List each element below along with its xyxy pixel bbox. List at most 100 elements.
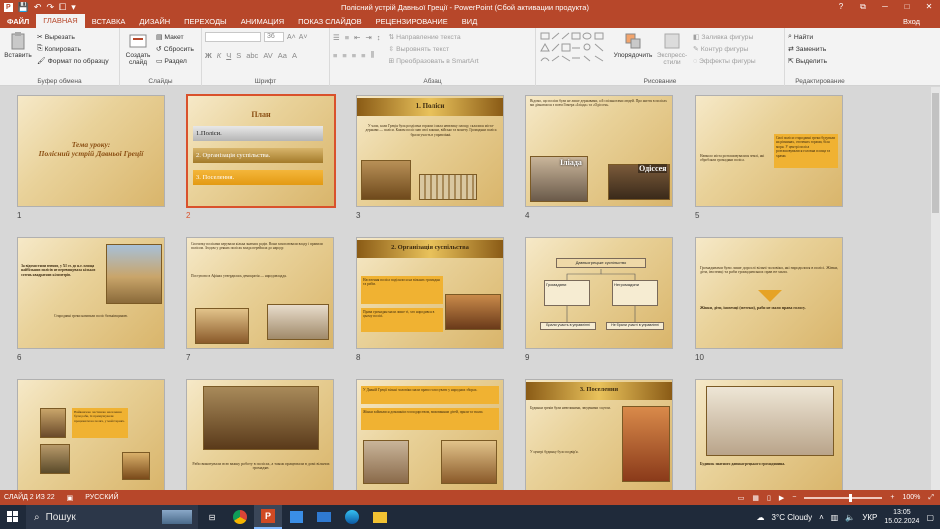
language[interactable]: РУССКИЙ [85, 494, 118, 501]
shadow-icon[interactable]: S [236, 51, 241, 60]
font-name-box[interactable] [205, 32, 261, 42]
numbering-icon[interactable]: ≡ [345, 33, 349, 42]
reset-button[interactable]: ↺ Сбросить [156, 43, 194, 55]
align-left-icon[interactable]: ≡ [333, 51, 337, 60]
slide-thumbnail-12[interactable]: Раби виконували всю важку роботу в поліс… [186, 379, 334, 490]
case-icon[interactable]: Aa [278, 51, 287, 60]
tab-review[interactable]: РЕЦЕНЗИРОВАНИЕ [369, 15, 455, 28]
spellcheck-icon[interactable]: ▣ [67, 494, 74, 502]
store-icon[interactable] [282, 505, 310, 529]
tab-design[interactable]: ДИЗАЙН [132, 15, 177, 28]
bullets-icon[interactable]: ☰ [333, 33, 340, 42]
ribbon-display-icon[interactable]: ⧉ [852, 0, 874, 14]
grow-font-icon[interactable]: A˄ [287, 34, 296, 41]
increase-indent-icon[interactable]: ⇥ [365, 33, 371, 42]
select-button[interactable]: ⇱ Выделить [788, 55, 852, 67]
slide-thumbnail-7[interactable]: Спочатку полісами керували кілька знатни… [186, 237, 334, 349]
help-icon[interactable]: ? [830, 0, 852, 14]
zoom-slider-thumb[interactable] [849, 493, 853, 502]
undo-icon[interactable]: ↶ [34, 0, 42, 14]
powerpoint-taskbar-icon[interactable]: P [254, 505, 282, 529]
new-slide-button[interactable]: Создать слайд [123, 31, 153, 67]
tab-insert[interactable]: ВСТАВКА [85, 15, 133, 28]
slide-sorter-view-icon[interactable]: ▦ [752, 494, 759, 502]
show-hidden-icon[interactable]: ˄ [819, 513, 824, 522]
zoom-in-icon[interactable]: + [890, 494, 894, 501]
slide-thumbnail-5[interactable]: Свої поліси стародавні греки будували на… [695, 95, 843, 207]
justify-icon[interactable]: ≡ [361, 51, 365, 60]
keyboard-lang[interactable]: УКР [862, 513, 877, 522]
quick-styles-button[interactable]: Экспресс-стили [655, 31, 689, 67]
slide-thumbnail-2[interactable]: План 1.Поліси. 2. Організація суспільств… [186, 94, 336, 208]
line-spacing-icon[interactable]: ↕ [377, 33, 381, 42]
cut-button[interactable]: ✂ Вырезать [37, 31, 109, 43]
font-size-box[interactable]: 36 [264, 32, 284, 42]
scrollbar-thumb[interactable] [932, 93, 939, 213]
sorter-scrollbar[interactable] [931, 87, 940, 490]
spacing-icon[interactable]: AV [263, 51, 272, 60]
redo-icon[interactable]: ↷ [46, 0, 54, 14]
clock[interactable]: 13:05 15.02.2024 [884, 508, 919, 526]
slideshow-view-icon[interactable]: ▶ [779, 494, 784, 502]
edge-icon[interactable] [338, 505, 366, 529]
slide-thumbnail-3[interactable]: 1. Поліси У часи, коли Греція була розді… [356, 95, 504, 207]
slide-thumbnail-8[interactable]: 2. Організація суспільства Населення пол… [356, 237, 504, 349]
underline-icon[interactable]: Ч [226, 51, 231, 60]
sign-in-link[interactable]: Вход [903, 15, 940, 28]
slide-thumbnail-9[interactable]: Давньогрецьке суспільство Громадяни Негр… [525, 237, 673, 349]
bold-icon[interactable]: Ж [205, 51, 212, 60]
network-icon[interactable]: ▥ [831, 513, 839, 522]
save-icon[interactable]: 💾 [18, 0, 29, 14]
zoom-level[interactable]: 100% [902, 494, 920, 501]
font-color-icon[interactable]: A [292, 51, 297, 60]
slide-thumbnail-6[interactable]: За відомостями вчених, у ХІ ст. до н.е. … [17, 237, 165, 349]
shape-outline-button[interactable]: ✎ Контур фигуры [693, 43, 756, 55]
slide-thumbnail-1[interactable]: Тема уроку: Полісний устрій Давньої Грец… [17, 95, 165, 207]
fit-to-window-icon[interactable]: ⤢ [928, 494, 934, 502]
shapes-gallery[interactable] [539, 31, 611, 67]
section-button[interactable]: ▭ Раздел [156, 55, 194, 67]
slide-thumbnail-14[interactable]: 3. Поселення Будинки греків були невелик… [525, 379, 673, 490]
slide-thumbnail-10[interactable]: Громадянами були лише дорослі вільні чол… [695, 237, 843, 349]
tab-file[interactable]: ФАЙЛ [0, 15, 37, 28]
shape-effects-button[interactable]: ◌ Эффекты фигуры [693, 55, 756, 67]
layout-button[interactable]: ▤ Макет [156, 31, 194, 43]
columns-icon[interactable]: ⫼ [371, 50, 374, 60]
align-right-icon[interactable]: ≡ [352, 51, 356, 60]
customize-qat-icon[interactable]: ▾ [71, 0, 76, 14]
tab-transitions[interactable]: ПЕРЕХОДЫ [177, 15, 234, 28]
paste-button[interactable]: Вставить [3, 31, 33, 67]
strikethrough-icon[interactable]: abc [246, 51, 258, 60]
file-explorer-icon[interactable] [366, 505, 394, 529]
align-text-button[interactable]: ⇳ Выровнять текст [388, 43, 478, 55]
arrange-button[interactable]: Упорядочить [614, 31, 652, 67]
format-painter-button[interactable]: 🖌 Формат по образцу [37, 55, 109, 67]
weather-icon[interactable]: ☁ [757, 513, 765, 522]
replace-button[interactable]: ⇄ Заменить [788, 43, 852, 55]
copy-button[interactable]: ⎘ Копировать [37, 43, 109, 55]
minimize-icon[interactable]: ─ [874, 0, 896, 14]
tab-home[interactable]: ГЛАВНАЯ [36, 14, 85, 28]
align-center-icon[interactable]: ≡ [342, 51, 346, 60]
volume-icon[interactable]: 🔈 [845, 513, 855, 522]
tab-slideshow[interactable]: ПОКАЗ СЛАЙДОВ [291, 15, 369, 28]
slide-thumbnail-11[interactable]: Найважчою частиною населення були раби, … [17, 379, 165, 490]
shrink-font-icon[interactable]: A˅ [299, 34, 308, 41]
close-icon[interactable]: ✕ [918, 0, 940, 14]
smartart-button[interactable]: ⊞ Преобразовать в SmartArt [388, 55, 478, 67]
weather-text[interactable]: 3°C Cloudy [772, 513, 813, 522]
slide-thumbnail-4[interactable]: Відомо, що поліси були не лише державами… [525, 95, 673, 207]
slide-sorter[interactable]: Тема уроку: Полісний устрій Давньої Грец… [0, 87, 931, 490]
slide-thumbnail-15[interactable]: Будинок знатного давньогрецького громадя… [695, 379, 843, 490]
tab-animations[interactable]: АНИМАЦИЯ [234, 15, 291, 28]
taskbar-search[interactable]: ⌕ Пошук [26, 505, 198, 529]
maximize-icon[interactable]: □ [896, 0, 918, 14]
start-from-beginning-icon[interactable]: ⧠ [59, 0, 66, 14]
decrease-indent-icon[interactable]: ⇤ [354, 33, 360, 42]
start-button[interactable] [0, 505, 26, 529]
normal-view-icon[interactable]: ▭ [738, 494, 745, 502]
text-direction-button[interactable]: ⇅ Направление текста [388, 31, 478, 43]
mail-icon[interactable] [310, 505, 338, 529]
chrome-icon[interactable] [226, 505, 254, 529]
shape-fill-button[interactable]: ◧ Заливка фигуры [693, 31, 756, 43]
